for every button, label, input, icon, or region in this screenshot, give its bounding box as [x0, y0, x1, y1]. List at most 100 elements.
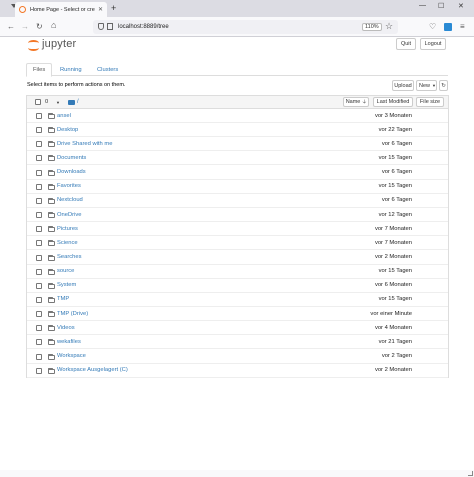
list-item[interactable]: Workspace Ausgelagert (C) vor 2 Monaten	[27, 364, 448, 378]
item-checkbox[interactable]	[36, 197, 42, 204]
folder-icon	[48, 169, 55, 176]
item-name-link[interactable]: Workspace Ausgelagert (C)	[57, 367, 128, 373]
item-checkbox[interactable]	[36, 254, 42, 261]
item-name-link[interactable]: Drive Shared with me	[57, 141, 112, 147]
list-item[interactable]: System vor 6 Monaten	[27, 279, 448, 293]
list-item[interactable]: ansel vor 3 Monaten	[27, 109, 448, 123]
item-checkbox[interactable]	[36, 113, 42, 119]
item-checkbox[interactable]	[36, 240, 42, 247]
item-name-link[interactable]: Documents	[57, 155, 86, 161]
item-name-link[interactable]: wekafiles	[57, 339, 81, 345]
item-name-link[interactable]: OneDrive	[57, 212, 81, 218]
item-name-link[interactable]: Desktop	[57, 127, 78, 133]
refresh-button[interactable]: ↻	[439, 80, 448, 91]
list-item[interactable]: Drive Shared with me vor 6 Tagen	[27, 137, 448, 152]
list-item[interactable]: Searches vor 2 Monaten	[27, 251, 448, 265]
menu-icon[interactable]: ≡	[460, 22, 465, 31]
pocket-icon[interactable]: ♡	[429, 22, 436, 31]
item-checkbox[interactable]	[36, 183, 42, 190]
item-checkbox[interactable]	[36, 169, 42, 176]
item-checkbox[interactable]	[36, 141, 42, 148]
list-item[interactable]: Documents vor 15 Tagen	[27, 151, 448, 166]
item-modified: vor 6 Monaten	[374, 282, 412, 289]
browser-nav-bar: ← → ↻ ⌂ localhost:8889/tree 110% ☆ ♡ ≡	[0, 17, 474, 37]
item-checkbox[interactable]	[36, 127, 42, 134]
item-name-link[interactable]: Favorites	[57, 183, 81, 189]
item-name-link[interactable]: System	[57, 282, 76, 288]
list-item[interactable]: Nextcloud vor 6 Tagen	[27, 194, 448, 208]
item-checkbox[interactable]	[36, 339, 42, 346]
item-checkbox[interactable]	[36, 226, 42, 233]
item-checkbox[interactable]	[36, 325, 42, 332]
sort-size-button[interactable]: File size	[416, 97, 444, 107]
item-checkbox[interactable]	[36, 367, 42, 374]
jupyter-logo[interactable]: jupyter	[28, 38, 76, 51]
browser-tab[interactable]: Home Page - Select or create a ✕	[15, 2, 107, 17]
list-item[interactable]: Videos vor 4 Monaten	[27, 321, 448, 336]
tab-running[interactable]: Running	[54, 63, 88, 76]
item-name-link[interactable]: TMP	[57, 296, 69, 302]
list-item[interactable]: OneDrive vor 12 Tagen	[27, 208, 448, 223]
item-modified: vor 12 Tagen	[378, 211, 412, 218]
forward-icon[interactable]: →	[21, 22, 29, 31]
new-dropdown-button[interactable]: New ▼	[416, 80, 437, 91]
minimize-icon[interactable]: —	[419, 2, 426, 9]
list-item[interactable]: Downloads vor 6 Tagen	[27, 166, 448, 180]
tab-clusters[interactable]: Clusters	[91, 63, 124, 76]
new-tab-icon[interactable]: +	[111, 3, 116, 13]
item-name-link[interactable]: TMP (Drive)	[57, 311, 88, 317]
item-checkbox[interactable]	[36, 212, 42, 219]
sort-name-label: Name	[345, 99, 361, 105]
list-item[interactable]: Desktop vor 22 Tagen	[27, 123, 448, 138]
item-name-link[interactable]: Downloads	[57, 169, 86, 175]
item-checkbox[interactable]	[36, 282, 42, 289]
list-item[interactable]: Favorites vor 15 Tagen	[27, 180, 448, 194]
bookmark-star-icon[interactable]: ☆	[385, 21, 393, 32]
select-dropdown-icon[interactable]: ▼	[56, 100, 60, 105]
item-name-link[interactable]: Science	[57, 240, 78, 246]
list-item[interactable]: source vor 15 Tagen	[27, 265, 448, 279]
item-name-link[interactable]: source	[57, 268, 74, 274]
list-item[interactable]: TMP vor 15 Tagen	[27, 293, 448, 307]
resize-grip-icon[interactable]	[468, 471, 473, 476]
item-name-link[interactable]: Videos	[57, 325, 75, 331]
item-name-link[interactable]: Nextcloud	[57, 197, 83, 203]
upload-button[interactable]: Upload	[392, 80, 414, 91]
home-icon[interactable]: ⌂	[51, 21, 56, 30]
folder-icon	[48, 268, 55, 275]
item-checkbox[interactable]	[36, 353, 42, 360]
reload-icon[interactable]: ↻	[36, 22, 43, 31]
folder-icon	[48, 367, 55, 374]
close-window-icon[interactable]: ✕	[458, 2, 464, 10]
list-item[interactable]: wekafiles vor 21 Tagen	[27, 335, 448, 350]
list-item[interactable]: Workspace vor 2 Tagen	[27, 350, 448, 364]
extension-icon[interactable]	[444, 23, 452, 31]
back-icon[interactable]: ←	[7, 22, 15, 31]
folder-icon	[48, 311, 55, 318]
item-name-link[interactable]: Pictures	[57, 226, 78, 232]
item-checkbox[interactable]	[36, 155, 42, 162]
breadcrumb-root[interactable]: /	[77, 99, 79, 105]
sort-modified-button[interactable]: Last Modified	[373, 97, 413, 107]
address-bar[interactable]: localhost:8889/tree 110% ☆	[93, 20, 398, 34]
logout-button[interactable]: Logout	[420, 38, 446, 50]
folder-home-icon[interactable]	[68, 100, 75, 105]
list-item[interactable]: TMP (Drive) vor einer Minute	[27, 307, 448, 322]
folder-icon	[48, 226, 55, 233]
item-checkbox[interactable]	[36, 311, 42, 318]
list-item[interactable]: Science vor 7 Monaten	[27, 236, 448, 251]
close-tab-icon[interactable]: ✕	[98, 6, 103, 13]
list-item[interactable]: Pictures vor 7 Monaten	[27, 222, 448, 237]
tab-files[interactable]: Files	[26, 63, 53, 77]
quit-button[interactable]: Quit	[396, 38, 416, 50]
select-all-checkbox[interactable]	[35, 99, 41, 105]
item-checkbox[interactable]	[36, 296, 42, 303]
file-list: 0 ▼ / Name 🡣 Last Modified File size ans…	[26, 95, 449, 378]
item-checkbox[interactable]	[36, 268, 42, 275]
item-name-link[interactable]: Searches	[57, 254, 82, 260]
maximize-icon[interactable]: ☐	[438, 2, 444, 10]
sort-name-button[interactable]: Name 🡣	[343, 97, 369, 107]
item-name-link[interactable]: Workspace	[57, 353, 86, 359]
item-name-link[interactable]: ansel	[57, 113, 71, 119]
zoom-level[interactable]: 110%	[362, 22, 382, 31]
